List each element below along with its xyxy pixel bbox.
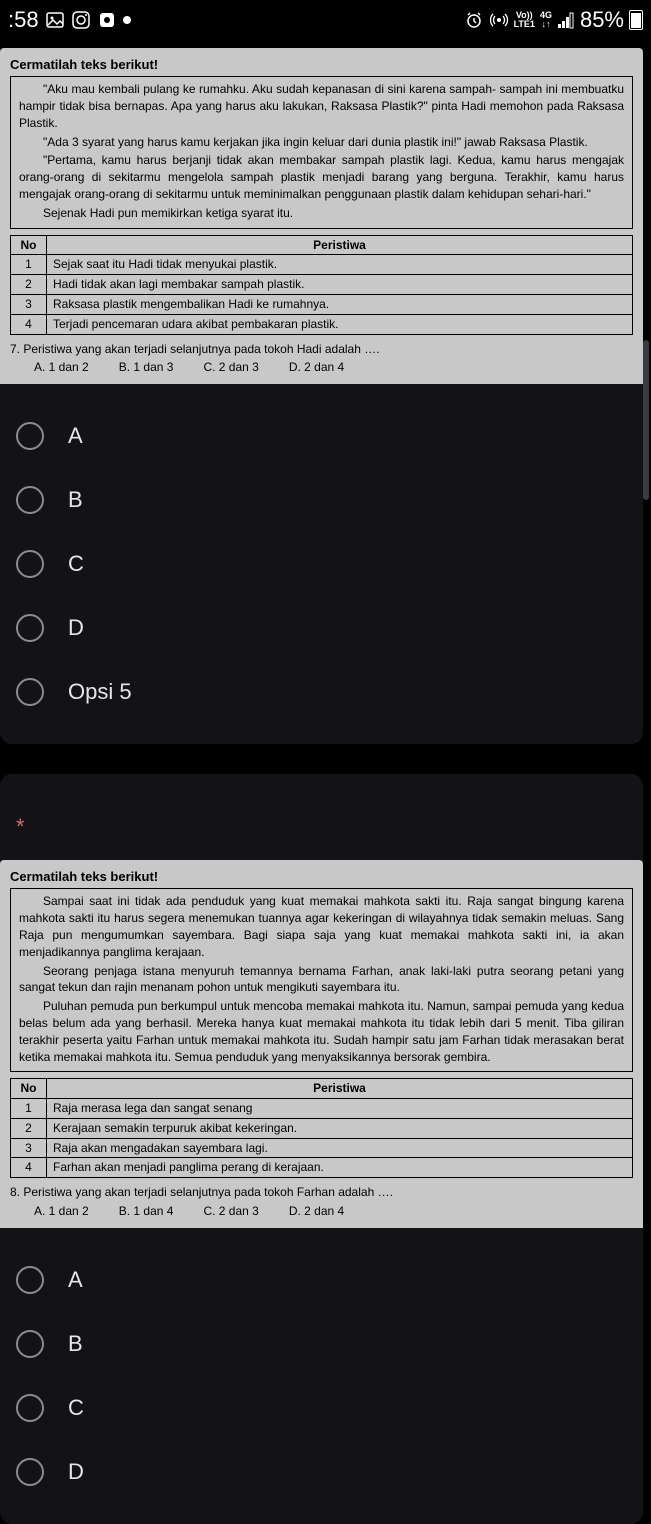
q7-option-b[interactable]: B [0, 468, 643, 532]
q8-option-b[interactable]: B [0, 1312, 643, 1376]
option-label: C [68, 1395, 84, 1421]
app-icon [97, 10, 117, 30]
q7-option-a[interactable]: A [0, 404, 643, 468]
hotspot-icon [489, 10, 509, 30]
radio-icon [16, 1266, 44, 1294]
question-7-card: Cermatilah teks berikut! "Aku mau kembal… [0, 48, 643, 744]
q8-p1: Sampai saat ini tidak ada penduduk yang … [19, 893, 624, 960]
table-row: 4Terjadi pencemaran udara akibat pembaka… [11, 314, 633, 334]
alarm-icon [464, 10, 484, 30]
option-label: C [68, 551, 84, 577]
q7-p2: "Ada 3 syarat yang harus kamu kerjakan j… [19, 134, 624, 151]
table-row: 3Raja akan mengadakan sayembara lagi. [11, 1138, 633, 1158]
table-row: 1Sejak saat itu Hadi tidak menyukai plas… [11, 255, 633, 275]
q7-p3: "Pertama, kamu harus berjanji tidak akan… [19, 152, 624, 202]
q7-p1: "Aku mau kembali pulang ke rumahku. Aku … [19, 81, 624, 131]
instagram-icon [71, 10, 91, 30]
q7-option-c[interactable]: C [0, 532, 643, 596]
option-label: A [68, 1267, 83, 1293]
q7-image-options: A. 1 dan 2 B. 1 dan 3 C. 2 dan 3 D. 2 da… [10, 359, 633, 376]
scrollbar[interactable] [643, 340, 649, 500]
radio-icon [16, 1330, 44, 1358]
q7-th-no: No [11, 235, 47, 255]
q7-p4: Sejenak Hadi pun memikirkan ketiga syara… [19, 205, 624, 222]
radio-icon [16, 422, 44, 450]
option-label: D [68, 615, 84, 641]
q8-option-c[interactable]: C [0, 1376, 643, 1440]
more-notifications-icon [123, 16, 131, 24]
q8-text-box: Sampai saat ini tidak ada penduduk yang … [10, 888, 633, 1072]
signal-icon [557, 11, 575, 29]
battery-percent: 85% [580, 7, 624, 33]
required-asterisk: * [0, 774, 643, 860]
q7-option-d[interactable]: D [0, 596, 643, 660]
option-label: Opsi 5 [68, 679, 132, 705]
q8-option-d[interactable]: D [0, 1440, 643, 1504]
question-8-card: * Cermatilah teks berikut! Sampai saat i… [0, 774, 643, 1524]
q8-table: No Peristiwa 1Raja merasa lega dan sanga… [10, 1078, 633, 1178]
q7-heading: Cermatilah teks berikut! [10, 56, 633, 74]
radio-icon [16, 550, 44, 578]
radio-icon [16, 614, 44, 642]
status-bar: :58 Vo)) LTE1 4G ↓↑ 85% [0, 0, 651, 40]
q8-option-a[interactable]: A [0, 1248, 643, 1312]
q7-text-box: "Aku mau kembali pulang ke rumahku. Aku … [10, 76, 633, 228]
q8-th-no: No [11, 1079, 47, 1099]
status-left: :58 [8, 7, 131, 33]
q7-table: No Peristiwa 1Sejak saat itu Hadi tidak … [10, 235, 633, 335]
q7-option-5[interactable]: Opsi 5 [0, 660, 643, 724]
radio-icon [16, 486, 44, 514]
q8-p2: Seorang penjaga istana menyuruh temannya… [19, 963, 624, 997]
volte-icon: Vo)) LTE1 [514, 11, 535, 29]
radio-icon [16, 1458, 44, 1486]
status-right: Vo)) LTE1 4G ↓↑ 85% [464, 7, 643, 33]
question-7-image: Cermatilah teks berikut! "Aku mau kembal… [0, 48, 643, 384]
q7-th-peristiwa: Peristiwa [47, 235, 633, 255]
option-label: B [68, 487, 83, 513]
table-row: 4Farhan akan menjadi panglima perang di … [11, 1158, 633, 1178]
gallery-icon [45, 10, 65, 30]
q8-heading: Cermatilah teks berikut! [10, 868, 633, 886]
q8-p3: Puluhan pemuda pun berkumpul untuk menco… [19, 998, 624, 1065]
table-row: 2Kerajaan semakin terpuruk akibat kekeri… [11, 1118, 633, 1138]
option-label: B [68, 1331, 83, 1357]
question-8-image: Cermatilah teks berikut! Sampai saat ini… [0, 860, 643, 1228]
q8-th-peristiwa: Peristiwa [47, 1079, 633, 1099]
q8-image-options: A. 1 dan 2 B. 1 dan 4 C. 2 dan 3 D. 2 da… [10, 1203, 633, 1220]
table-row: 3Raksasa plastik mengembalikan Hadi ke r… [11, 294, 633, 314]
table-row: 2Hadi tidak akan lagi membakar sampah pl… [11, 275, 633, 295]
status-time: :58 [8, 7, 39, 33]
network-type-icon: 4G ↓↑ [540, 11, 552, 29]
q8-question-text: 8. Peristiwa yang akan terjadi selanjutn… [10, 1184, 633, 1201]
table-row: 1Raja merasa lega dan sangat senang [11, 1099, 633, 1119]
option-label: A [68, 423, 83, 449]
option-label: D [68, 1459, 84, 1485]
radio-icon [16, 1394, 44, 1422]
q7-question-text: 7. Peristiwa yang akan terjadi selanjutn… [10, 341, 633, 358]
radio-icon [16, 678, 44, 706]
battery-icon [629, 10, 643, 30]
